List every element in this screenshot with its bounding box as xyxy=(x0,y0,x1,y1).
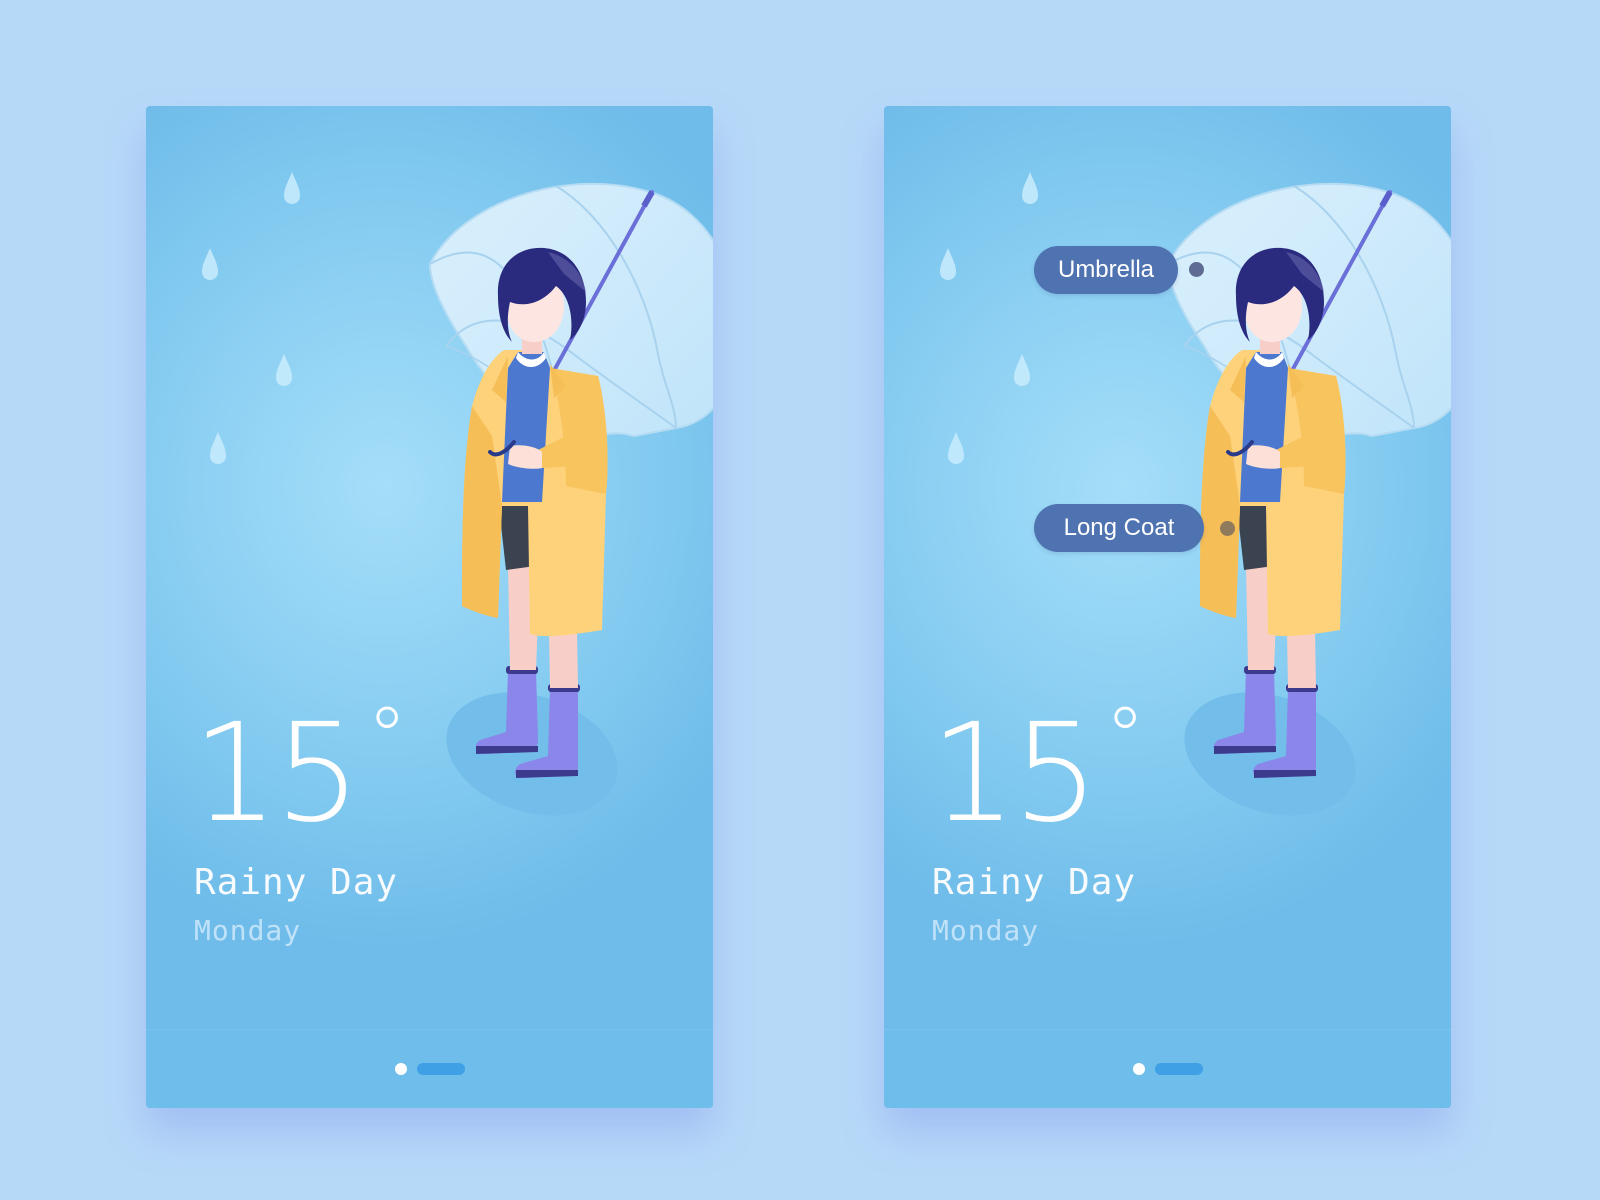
temperature-value: 15 xyxy=(930,695,1099,853)
degree-symbol: ° xyxy=(1105,690,1146,783)
raindrop-icon xyxy=(210,432,226,464)
degree-symbol: ° xyxy=(367,690,408,783)
bottom-bar xyxy=(884,1029,1451,1108)
day-label: Monday xyxy=(194,914,302,947)
weather-condition: Rainy Day xyxy=(932,862,1137,903)
umbrella-hotspot-dot[interactable] xyxy=(1189,262,1204,277)
raindrop-icon xyxy=(1014,354,1030,386)
person-with-umbrella-illustration xyxy=(1168,184,1451,837)
temperature-display: 15 ° xyxy=(930,697,1145,843)
person-with-umbrella-illustration xyxy=(430,184,713,837)
page-dot-active[interactable] xyxy=(1132,1063,1145,1075)
raindrop-icon xyxy=(202,248,218,280)
umbrella-tag[interactable]: Umbrella xyxy=(1034,246,1178,294)
raindrop-icon xyxy=(940,248,956,280)
long-coat-tag[interactable]: Long Coat xyxy=(1034,504,1204,552)
weather-card-left: 15 ° Rainy Day Monday xyxy=(146,106,713,1108)
long-coat-hotspot-dot[interactable] xyxy=(1220,521,1235,536)
raindrop-icon xyxy=(948,432,964,464)
day-label: Monday xyxy=(932,914,1040,947)
page-indicator xyxy=(394,1063,465,1075)
weather-card-right: Umbrella Long Coat 15 ° Rainy Day Monday xyxy=(884,106,1451,1108)
bottom-bar xyxy=(146,1029,713,1108)
page-dot-active[interactable] xyxy=(394,1063,407,1075)
rainy-scene-illustration xyxy=(202,172,713,1108)
raindrop-icon xyxy=(276,354,292,386)
page-dot-inactive[interactable] xyxy=(1154,1063,1203,1075)
weather-condition: Rainy Day xyxy=(194,862,399,903)
umbrella-tag-label: Umbrella xyxy=(1057,256,1155,283)
page-indicator xyxy=(1132,1063,1203,1075)
raindrop-icon xyxy=(284,172,300,204)
temperature-display: 15 ° xyxy=(192,697,407,843)
long-coat-tag-label: Long Coat xyxy=(1063,514,1175,541)
raindrop-icon xyxy=(1022,172,1038,204)
temperature-value: 15 xyxy=(192,695,361,853)
page-dot-inactive[interactable] xyxy=(416,1063,465,1075)
